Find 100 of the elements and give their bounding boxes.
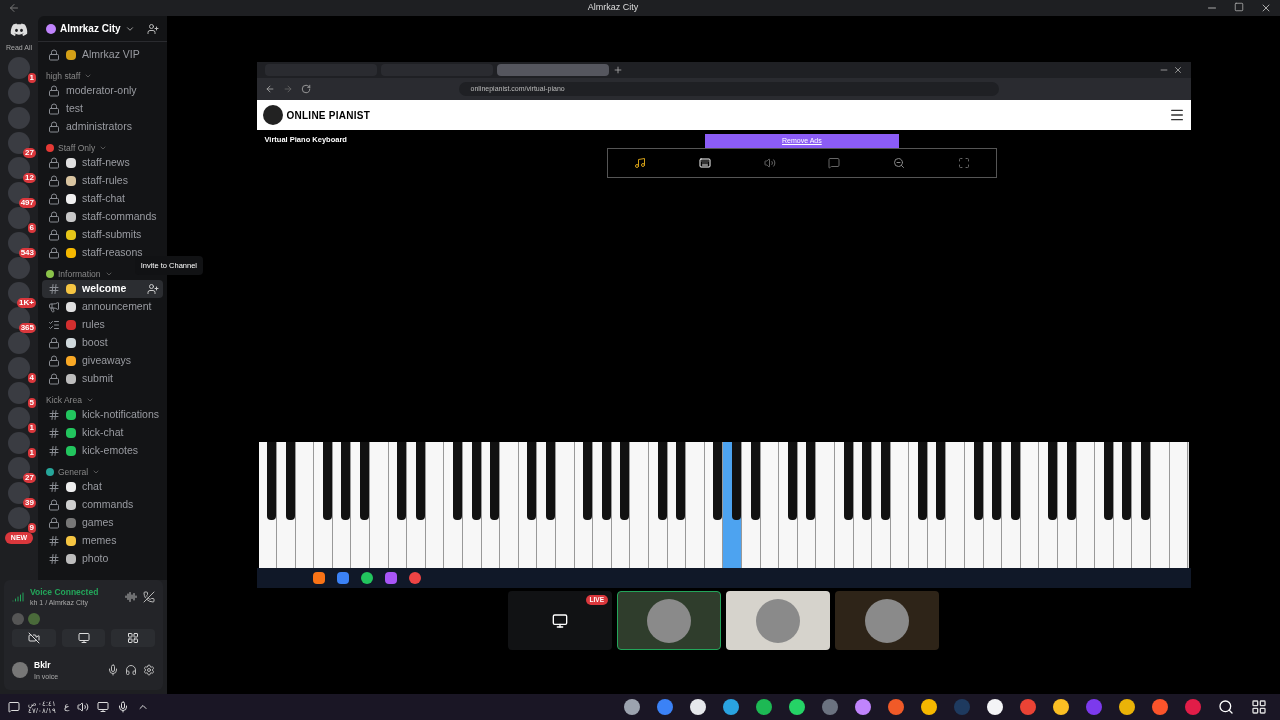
activities-button[interactable] [111, 628, 155, 647]
channel-item[interactable]: announcement [42, 298, 163, 316]
app-icon[interactable] [1053, 699, 1069, 715]
new-tab-icon[interactable] [612, 65, 623, 75]
network-icon[interactable] [96, 701, 109, 713]
channel-item[interactable]: rules [42, 316, 163, 334]
channel-item[interactable]: staff-submits [42, 226, 163, 244]
sharp-key[interactable] [917, 442, 927, 520]
sharp-key[interactable] [397, 442, 407, 520]
start-icon[interactable] [1251, 699, 1267, 715]
camera-button[interactable] [12, 628, 56, 647]
piano-key[interactable] [444, 442, 464, 568]
app-icon[interactable] [987, 699, 1003, 715]
server-header[interactable]: Almrkaz City [38, 16, 167, 42]
close-icon[interactable] [1260, 2, 1272, 14]
notification-icon[interactable] [8, 701, 20, 713]
channel-item[interactable]: kick-emotes [42, 442, 163, 460]
channel-item[interactable]: games [42, 514, 163, 532]
volume-icon[interactable] [76, 701, 89, 713]
category-header[interactable]: Kick Area [42, 388, 163, 406]
sharp-key[interactable] [620, 442, 630, 520]
sharp-key[interactable] [341, 442, 351, 520]
piano-key[interactable] [1058, 442, 1077, 568]
app-icon[interactable] [723, 699, 739, 715]
channel-item[interactable]: photo [42, 550, 163, 568]
channel-item[interactable]: boost [42, 334, 163, 352]
app-icon[interactable] [624, 699, 640, 715]
piano-key[interactable] [1095, 442, 1114, 568]
sharp-key[interactable] [360, 442, 370, 520]
reload-icon[interactable] [300, 84, 311, 94]
disconnect-icon[interactable] [143, 591, 155, 604]
fullscreen-icon[interactable] [957, 157, 970, 169]
channel-item[interactable]: submit [42, 370, 163, 388]
site-logo-text[interactable]: ONLINE PIANIST [286, 107, 370, 123]
participant-tile[interactable] [835, 591, 939, 650]
sharp-key[interactable] [880, 442, 890, 520]
sharp-key[interactable] [676, 442, 686, 520]
invite-icon[interactable] [147, 22, 159, 35]
microphone-icon[interactable] [107, 664, 119, 677]
app-icon[interactable] [921, 699, 937, 715]
piano-key[interactable] [314, 442, 333, 568]
invite-icon[interactable] [147, 283, 159, 295]
sharp-key[interactable] [713, 442, 723, 520]
sharp-key[interactable] [843, 442, 853, 520]
channel-item[interactable]: welcome [42, 280, 163, 298]
channel-item[interactable]: memes [42, 532, 163, 550]
sharp-key[interactable] [471, 442, 481, 520]
sharp-key[interactable] [1122, 442, 1132, 520]
app-icon[interactable] [855, 699, 871, 715]
piano-key[interactable] [965, 442, 984, 568]
sharp-key[interactable] [285, 442, 295, 520]
note-icon[interactable] [634, 157, 647, 169]
app-icon[interactable] [690, 699, 706, 715]
user-avatar[interactable] [12, 662, 28, 679]
language-indicator[interactable]: ع [63, 700, 69, 714]
sharp-key[interactable] [1010, 442, 1020, 520]
piano-key[interactable] [779, 442, 798, 568]
app-icon[interactable] [1119, 699, 1135, 715]
channel-item[interactable]: Almrkaz VIP [42, 46, 163, 64]
category-header[interactable]: high staff [42, 64, 163, 82]
back-icon[interactable] [8, 2, 20, 14]
sharp-key[interactable] [973, 442, 983, 520]
sharp-key[interactable] [936, 442, 946, 520]
channel-item[interactable]: staff-commands [42, 208, 163, 226]
piano-key[interactable] [463, 442, 482, 568]
category-header[interactable]: General [42, 460, 163, 478]
piano-key[interactable] [593, 442, 612, 568]
sharp-key[interactable] [267, 442, 277, 520]
maximize-icon[interactable] [1234, 2, 1244, 12]
sharp-key[interactable] [415, 442, 425, 520]
sharp-key[interactable] [787, 442, 797, 520]
piano-key[interactable] [1132, 442, 1151, 568]
sharp-key[interactable] [1048, 442, 1058, 520]
sharp-key[interactable] [527, 442, 537, 520]
piano-key[interactable] [537, 442, 556, 568]
channel-item[interactable]: kick-chat [42, 424, 163, 442]
microphone-icon[interactable] [116, 701, 129, 713]
piano-key[interactable] [723, 442, 742, 568]
share-screen-button[interactable] [61, 628, 106, 647]
sharp-key[interactable] [601, 442, 611, 520]
sharp-key[interactable] [806, 442, 816, 520]
piano-key[interactable] [872, 442, 891, 568]
channel-item[interactable]: commands [42, 496, 163, 514]
sharp-key[interactable] [583, 442, 593, 520]
search-icon[interactable] [1218, 699, 1234, 715]
participant-tile[interactable] [617, 591, 721, 650]
app-icon[interactable] [789, 699, 805, 715]
sharp-key[interactable] [731, 442, 741, 520]
participant-tile[interactable] [726, 591, 830, 650]
category-header[interactable]: Staff Only [42, 136, 163, 154]
sound-wave-icon[interactable] [125, 591, 137, 604]
piano-key[interactable] [909, 442, 928, 568]
headphones-icon[interactable] [125, 664, 137, 677]
sharp-key[interactable] [322, 442, 332, 520]
sharp-key[interactable] [1103, 442, 1113, 520]
app-icon[interactable] [756, 699, 772, 715]
piano-key[interactable] [1002, 442, 1021, 568]
sharp-key[interactable] [657, 442, 667, 520]
channel-item[interactable]: staff-chat [42, 190, 163, 208]
channel-item[interactable]: test [42, 100, 163, 118]
